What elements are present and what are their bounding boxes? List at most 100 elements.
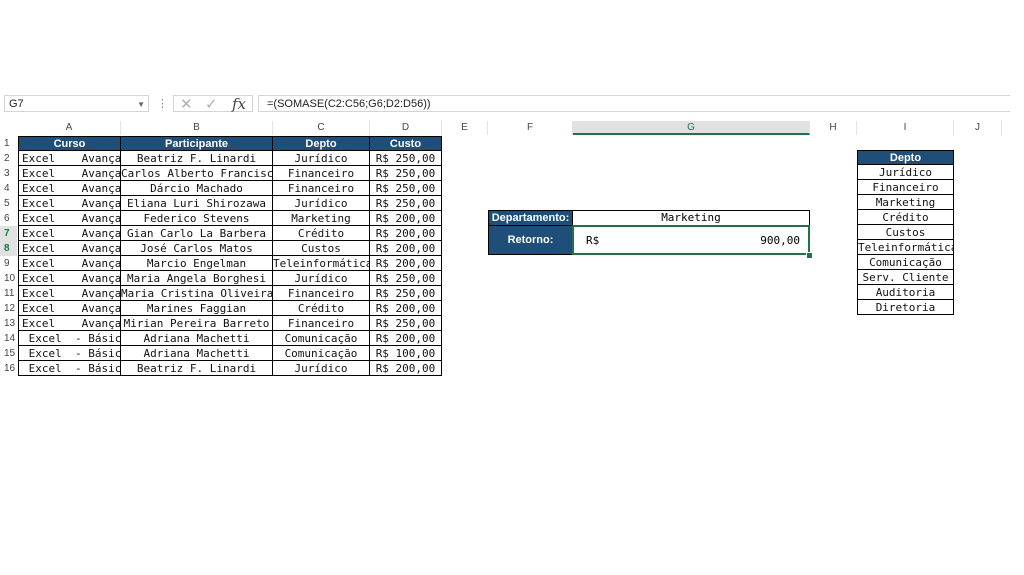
table-cell[interactable]: Beatriz F. Linardi: [121, 151, 273, 166]
table-cell[interactable]: José Carlos Matos: [121, 241, 273, 256]
table-cell[interactable]: Excel Avançado: [18, 301, 121, 316]
table-cell[interactable]: Crédito: [273, 301, 370, 316]
column-header-j[interactable]: J: [954, 121, 1002, 135]
name-box[interactable]: G7 ▼: [4, 95, 149, 112]
table-cell[interactable]: Carlos Alberto Francisco: [121, 166, 273, 181]
row-header-12[interactable]: 12: [0, 301, 17, 316]
dept-list-item[interactable]: Marketing: [857, 195, 954, 210]
table-cell[interactable]: Custos: [273, 241, 370, 256]
table-cell[interactable]: Financeiro: [273, 181, 370, 196]
table-cell[interactable]: Excel Avançado: [18, 166, 121, 181]
table-cell[interactable]: Federico Stevens: [121, 211, 273, 226]
table-cell[interactable]: Excel Avançado: [18, 316, 121, 331]
row-header-3[interactable]: 3: [0, 166, 17, 181]
table-cell[interactable]: R$ 200,00: [370, 301, 442, 316]
table-cell[interactable]: Marines Faggian: [121, 301, 273, 316]
row-header-5[interactable]: 5: [0, 196, 17, 211]
table-cell[interactable]: Jurídico: [273, 271, 370, 286]
table-cell[interactable]: Adriana Machetti: [121, 346, 273, 361]
table-cell[interactable]: R$ 250,00: [370, 286, 442, 301]
table-cell[interactable]: R$ 200,00: [370, 241, 442, 256]
row-header-2[interactable]: 2: [0, 151, 17, 166]
table-cell[interactable]: Marketing: [273, 211, 370, 226]
table-header-0[interactable]: Curso: [18, 136, 121, 151]
row-header-1[interactable]: 1: [0, 136, 17, 151]
table-cell[interactable]: Adriana Machetti: [121, 331, 273, 346]
row-header-13[interactable]: 13: [0, 316, 17, 331]
table-cell[interactable]: Gian Carlo La Barbera: [121, 226, 273, 241]
dept-list-item[interactable]: Custos: [857, 225, 954, 240]
dept-list-item[interactable]: Teleinformática: [857, 240, 954, 255]
check-icon[interactable]: ✓: [205, 95, 218, 113]
dept-list-header[interactable]: Depto: [857, 150, 954, 165]
table-cell[interactable]: R$ 200,00: [370, 211, 442, 226]
table-cell[interactable]: Excel Avançado: [18, 271, 121, 286]
table-cell[interactable]: Maria Cristina Oliveira: [121, 286, 273, 301]
formula-input[interactable]: =(SOMASE(C2:C56;G6;D2:D56)): [258, 95, 1010, 112]
table-cell[interactable]: R$ 200,00: [370, 226, 442, 241]
row-header-7[interactable]: 7: [0, 226, 17, 241]
fx-icon[interactable]: fx: [232, 95, 246, 113]
column-header-g[interactable]: G: [573, 121, 810, 135]
column-header-a[interactable]: A: [18, 121, 121, 135]
table-cell[interactable]: Beatriz F. Linardi: [121, 361, 273, 376]
dept-list-item[interactable]: Comunicação: [857, 255, 954, 270]
row-header-15[interactable]: 15: [0, 346, 17, 361]
table-cell[interactable]: Excel Avançado: [18, 241, 121, 256]
table-cell[interactable]: Jurídico: [273, 196, 370, 211]
table-cell[interactable]: Comunicação: [273, 346, 370, 361]
return-value-cell[interactable]: R$ 900,00: [572, 225, 810, 255]
column-header-i[interactable]: I: [857, 121, 954, 135]
table-cell[interactable]: Marcio Engelman: [121, 256, 273, 271]
table-cell[interactable]: Jurídico: [273, 151, 370, 166]
row-header-9[interactable]: 9: [0, 256, 17, 271]
close-icon[interactable]: ✕: [180, 95, 193, 113]
chevron-down-icon[interactable]: ▼: [137, 96, 145, 113]
column-header-d[interactable]: D: [370, 121, 442, 135]
table-cell[interactable]: R$ 200,00: [370, 331, 442, 346]
column-header-h[interactable]: H: [810, 121, 857, 135]
table-cell[interactable]: Maria Angela Borghesi: [121, 271, 273, 286]
dept-list-item[interactable]: Auditoria: [857, 285, 954, 300]
dept-list-item[interactable]: Diretoria: [857, 300, 954, 315]
table-cell[interactable]: Teleinformática: [273, 256, 370, 271]
column-header-c[interactable]: C: [273, 121, 370, 135]
row-header-16[interactable]: 16: [0, 361, 17, 376]
dept-value-cell[interactable]: Marketing: [572, 210, 810, 226]
table-cell[interactable]: R$ 250,00: [370, 271, 442, 286]
table-cell[interactable]: R$ 250,00: [370, 316, 442, 331]
table-cell[interactable]: R$ 250,00: [370, 151, 442, 166]
dept-list-item[interactable]: Crédito: [857, 210, 954, 225]
table-cell[interactable]: Excel Avançado: [18, 181, 121, 196]
table-cell[interactable]: Mirian Pereira Barreto: [121, 316, 273, 331]
table-cell[interactable]: Excel Avançado: [18, 256, 121, 271]
table-header-3[interactable]: Custo: [370, 136, 442, 151]
row-header-6[interactable]: 6: [0, 211, 17, 226]
table-cell[interactable]: Dárcio Machado: [121, 181, 273, 196]
table-cell[interactable]: Excel Avançado: [18, 211, 121, 226]
table-cell[interactable]: Excel Avançado: [18, 226, 121, 241]
table-cell[interactable]: R$ 200,00: [370, 256, 442, 271]
table-cell[interactable]: R$ 200,00: [370, 361, 442, 376]
table-cell[interactable]: Excel Avançado: [18, 286, 121, 301]
table-cell[interactable]: Jurídico: [273, 361, 370, 376]
table-cell[interactable]: Excel Avançado: [18, 196, 121, 211]
dept-list-item[interactable]: Serv. Cliente: [857, 270, 954, 285]
table-cell[interactable]: Financeiro: [273, 316, 370, 331]
dept-list-item[interactable]: Jurídico: [857, 165, 954, 180]
column-header-f[interactable]: F: [488, 121, 573, 135]
table-header-1[interactable]: Participante: [121, 136, 273, 151]
table-cell[interactable]: Excel - Básico: [18, 361, 121, 376]
row-header-4[interactable]: 4: [0, 181, 17, 196]
table-cell[interactable]: Financeiro: [273, 286, 370, 301]
row-header-8[interactable]: 8: [0, 241, 17, 256]
column-header-e[interactable]: E: [442, 121, 488, 135]
table-cell[interactable]: Excel Avançado: [18, 151, 121, 166]
column-header-b[interactable]: B: [121, 121, 273, 135]
table-cell[interactable]: Crédito: [273, 226, 370, 241]
fill-handle[interactable]: [806, 252, 813, 259]
table-cell[interactable]: Eliana Luri Shirozawa: [121, 196, 273, 211]
table-cell[interactable]: Financeiro: [273, 166, 370, 181]
table-cell[interactable]: Comunicação: [273, 331, 370, 346]
dept-list-item[interactable]: Financeiro: [857, 180, 954, 195]
